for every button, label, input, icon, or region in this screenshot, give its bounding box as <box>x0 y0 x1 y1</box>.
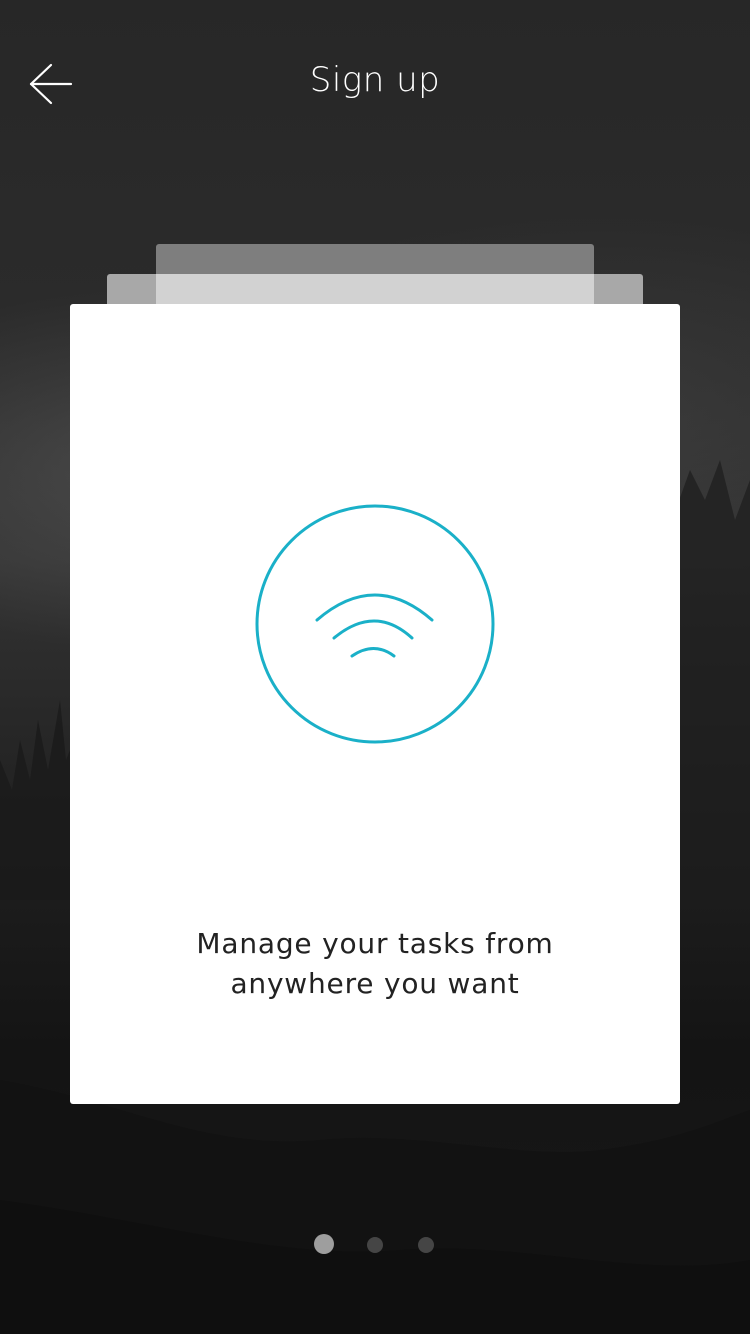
wifi-icon <box>255 504 495 744</box>
page-dot-3[interactable] <box>418 1237 434 1253</box>
card-description-line-1: Manage your tasks from <box>196 927 554 960</box>
page-dot-1-active[interactable] <box>314 1234 334 1254</box>
page-indicator <box>0 1234 750 1254</box>
page-dot-2[interactable] <box>367 1237 383 1253</box>
card-description: Manage your tasks from anywhere you want <box>70 924 680 1004</box>
onboarding-screen: Sign up Manage your tasks from anywhere … <box>0 0 750 1334</box>
page-title: Sign up <box>309 60 441 100</box>
card-description-line-2: anywhere you want <box>230 967 520 1000</box>
onboarding-card[interactable]: Manage your tasks from anywhere you want <box>70 304 680 1104</box>
